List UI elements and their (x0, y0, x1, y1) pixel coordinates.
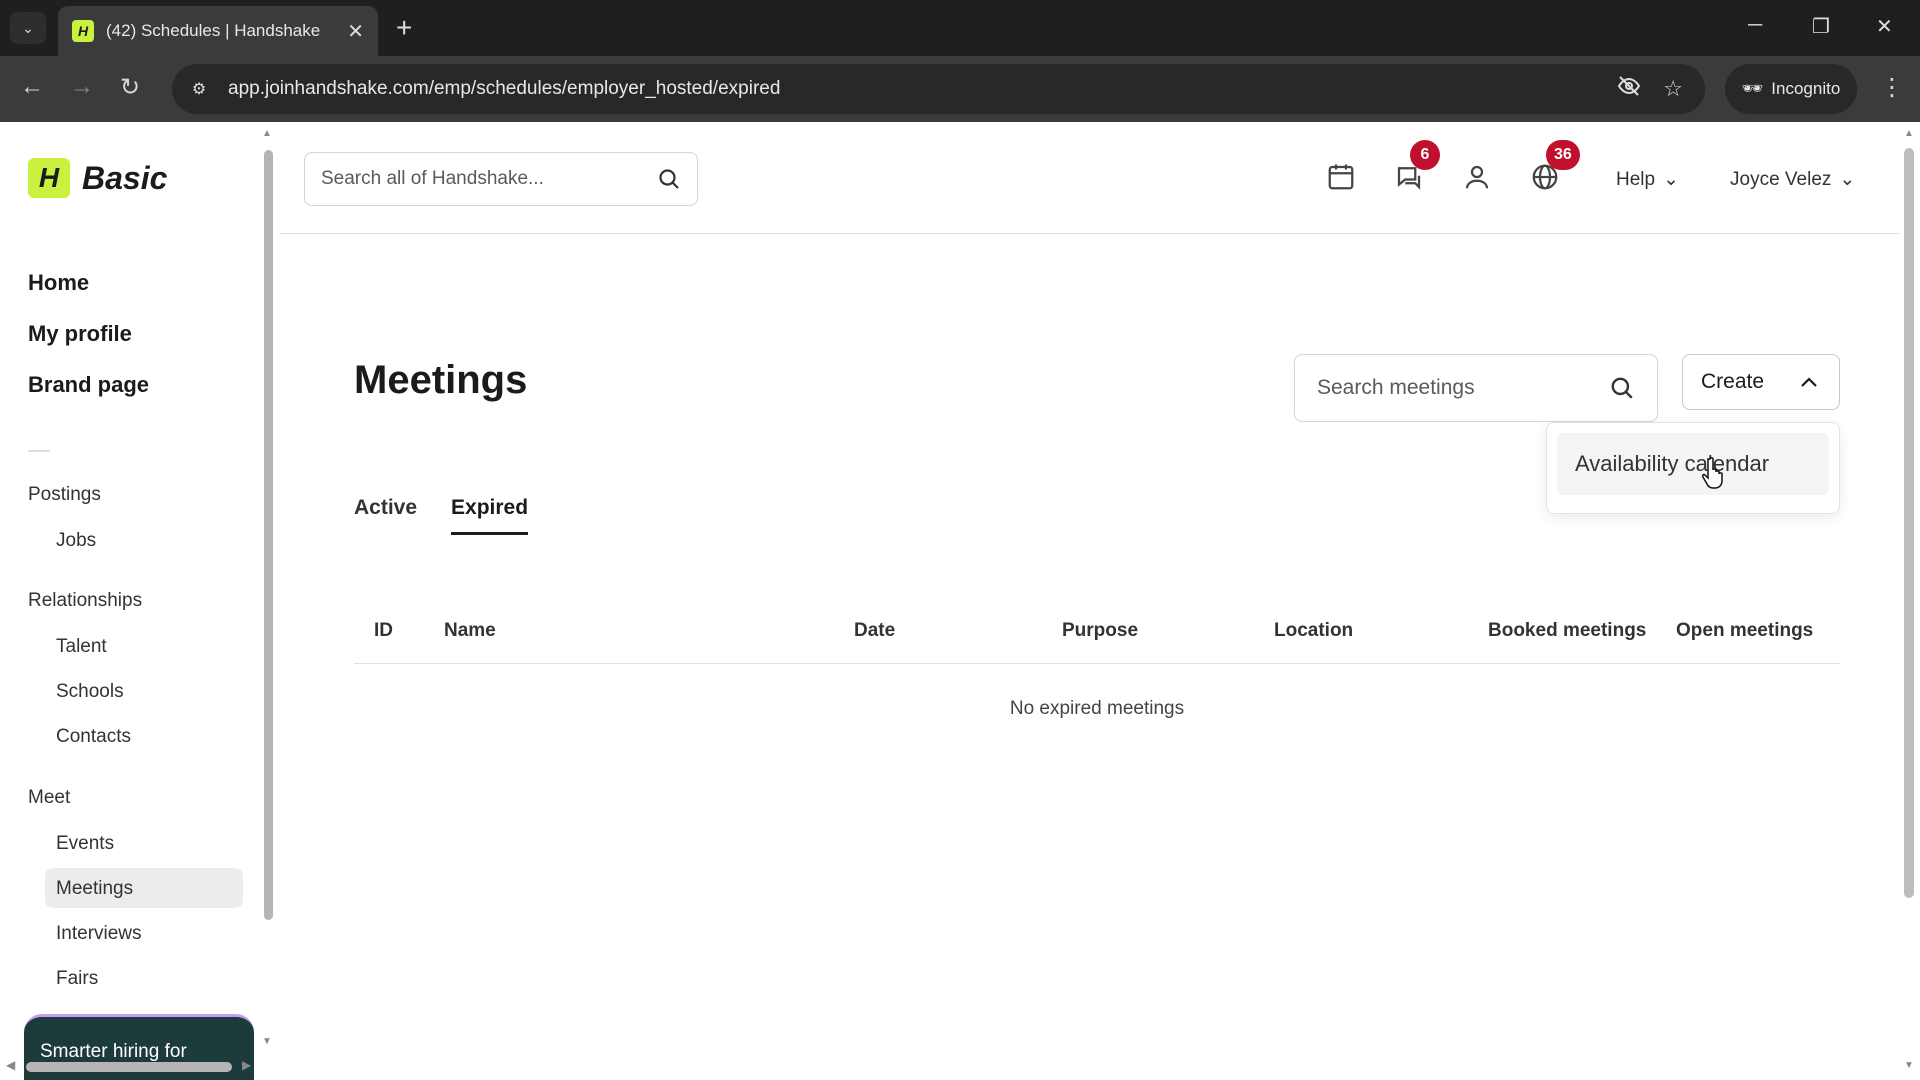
notifications-badge: 36 (1546, 140, 1580, 170)
logo[interactable]: H Basic (28, 158, 167, 198)
meetings-search-input[interactable] (1317, 376, 1609, 400)
scroll-left-icon[interactable]: ◀ (6, 1058, 15, 1072)
restore-icon[interactable]: ❐ (1812, 14, 1830, 39)
sidebar-scroll-down-icon[interactable]: ▼ (262, 1036, 272, 1047)
help-menu[interactable]: Help ⌄ (1616, 168, 1679, 191)
nav-home[interactable]: Home (28, 270, 149, 321)
messages-badge: 6 (1410, 140, 1440, 170)
column-header-booked-meetings[interactable]: Booked meetings (1488, 620, 1646, 642)
eye-off-icon[interactable] (1617, 74, 1641, 104)
sidebar-item-interviews[interactable]: Interviews (56, 923, 142, 945)
app-header: 6 36 Help ⌄ Joyce Velez ⌄ (280, 122, 1900, 234)
page-title: Meetings (354, 358, 528, 402)
browser-tab[interactable]: H (42) Schedules | Handshake ✕ (58, 6, 378, 56)
browser-tab-bar: ⌄ H (42) Schedules | Handshake ✕ + ─ ❐ ✕ (0, 0, 1920, 56)
search-icon[interactable] (1609, 375, 1635, 401)
incognito-label: Incognito (1771, 79, 1841, 98)
column-header-purpose[interactable]: Purpose (1062, 620, 1138, 642)
chevron-up-icon (1801, 377, 1817, 387)
user-icon[interactable] (1462, 162, 1496, 196)
tab-search-chevron-icon[interactable]: ⌄ (10, 12, 46, 44)
page-scroll-down-icon[interactable]: ▼ (1904, 1060, 1914, 1071)
sidebar-item-events[interactable]: Events (56, 833, 114, 855)
star-icon[interactable]: ☆ (1663, 76, 1683, 102)
help-label: Help (1616, 168, 1656, 190)
column-header-open-meetings[interactable]: Open meetings (1676, 620, 1813, 642)
forward-arrow-icon[interactable]: → (70, 73, 94, 101)
menu-item-availability-calendar[interactable]: Availability calendar (1557, 433, 1829, 495)
tab-active[interactable]: Active (354, 496, 417, 535)
global-search[interactable] (304, 152, 698, 206)
column-header-location[interactable]: Location (1274, 620, 1353, 642)
back-arrow-icon[interactable]: ← (20, 73, 44, 101)
page-scroll-up-icon[interactable]: ▲ (1904, 128, 1914, 139)
sidebar-divider (28, 450, 50, 452)
site-info-icon[interactable]: ⚙ (182, 72, 216, 106)
meetings-search[interactable] (1294, 354, 1658, 422)
close-window-icon[interactable]: ✕ (1876, 14, 1893, 39)
sidebar-item-jobs[interactable]: Jobs (56, 530, 96, 552)
create-button[interactable]: Create (1682, 354, 1840, 410)
tab-expired[interactable]: Expired (451, 496, 529, 535)
sidebar-scrollbar[interactable] (264, 150, 273, 920)
calendar-icon[interactable] (1326, 162, 1360, 196)
sidebar-item-fairs[interactable]: Fairs (56, 968, 98, 990)
minimize-icon[interactable]: ─ (1748, 14, 1762, 37)
handshake-favicon-icon: H (72, 20, 94, 42)
sidebar: H Basic Home My profile Brand page Posti… (0, 122, 280, 1080)
hand-cursor-icon (1702, 457, 1723, 489)
global-search-input[interactable] (321, 168, 657, 190)
sidebar-item-contacts[interactable]: Contacts (56, 726, 131, 748)
handshake-logo-icon: H (28, 158, 70, 198)
incognito-icon: 🕶 (1741, 79, 1764, 98)
sidebar-item-meetings[interactable]: Meetings (56, 878, 133, 900)
nav-group-meet: Meet (28, 787, 71, 808)
sidebar-item-talent[interactable]: Talent (56, 636, 107, 658)
sidebar-scroll-up-icon[interactable]: ▲ (262, 128, 272, 139)
meetings-tabs: Active Expired (354, 496, 529, 535)
empty-state-message: No expired meetings (1009, 698, 1185, 719)
meetings-table-header: ID Name Date Purpose Location Booked mee… (354, 610, 1840, 664)
nav-brand-page[interactable]: Brand page (28, 372, 149, 423)
scroll-right-icon[interactable]: ▶ (242, 1058, 251, 1072)
chevron-down-icon: ⌄ (1839, 169, 1856, 190)
column-header-date[interactable]: Date (854, 620, 895, 642)
close-tab-icon[interactable]: ✕ (347, 19, 364, 44)
user-name: Joyce Velez (1730, 168, 1832, 190)
page-scrollbar[interactable] (1904, 148, 1914, 898)
sidebar-item-schools[interactable]: Schools (56, 681, 124, 703)
browser-menu-icon[interactable]: ⋮ (1880, 73, 1904, 102)
search-icon[interactable] (657, 167, 681, 191)
plan-label: Basic (82, 159, 168, 196)
primary-nav: Home My profile Brand page (28, 270, 149, 423)
reload-icon[interactable]: ↻ (120, 73, 140, 102)
create-label: Create (1701, 370, 1765, 393)
tab-title: (42) Schedules | Handshake (106, 21, 321, 40)
chevron-down-icon: ⌄ (1663, 169, 1679, 190)
nav-my-profile[interactable]: My profile (28, 321, 149, 372)
browser-toolbar: ← → ↻ ⚙ app.joinhandshake.com/emp/schedu… (0, 56, 1920, 122)
nav-group-relationships: Relationships (28, 590, 143, 611)
incognito-indicator[interactable]: 🕶 Incognito (1725, 64, 1857, 114)
main-content: 6 36 Help ⌄ Joyce Velez ⌄ Meetings Creat… (280, 122, 1900, 1080)
nav-group-postings: Postings (28, 484, 101, 505)
user-menu[interactable]: Joyce Velez ⌄ (1730, 168, 1855, 191)
column-header-name[interactable]: Name (444, 620, 496, 642)
promo-text: Smarter hiring for (40, 1041, 187, 1062)
url-text[interactable]: app.joinhandshake.com/emp/schedules/empl… (228, 78, 1617, 100)
address-bar[interactable]: ⚙ app.joinhandshake.com/emp/schedules/em… (172, 64, 1705, 114)
create-dropdown-menu: Availability calendar (1546, 422, 1840, 514)
sidebar-horizontal-scrollbar[interactable] (26, 1062, 232, 1072)
column-header-id[interactable]: ID (374, 620, 393, 642)
new-tab-icon[interactable]: + (396, 12, 412, 44)
